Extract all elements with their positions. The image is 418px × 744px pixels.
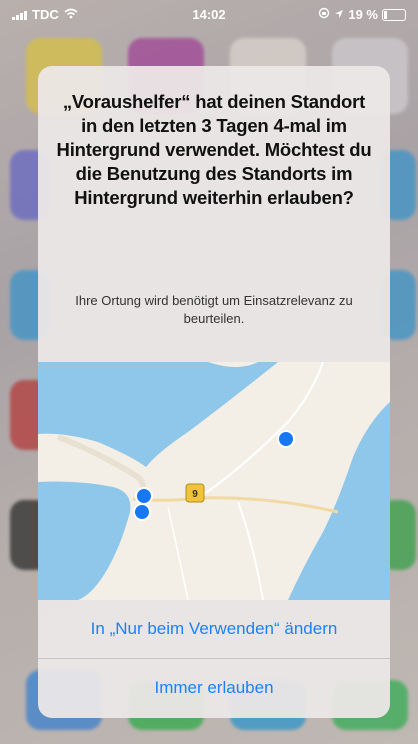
- location-map: 9: [38, 362, 390, 600]
- status-bar: TDC 14:02 19 %: [0, 0, 418, 30]
- alert-title: „Voraushelfer“ hat deinen Standort in de…: [56, 91, 372, 208]
- location-arrow-icon: [334, 7, 344, 22]
- change-to-while-using-button[interactable]: In „Nur beim Verwenden“ ändern: [38, 600, 390, 658]
- battery-icon: [382, 8, 406, 21]
- rotation-lock-icon: [318, 7, 330, 22]
- location-pin: [135, 487, 153, 505]
- location-permission-alert: „Voraushelfer“ hat deinen Standort in de…: [38, 66, 390, 718]
- alert-message: Ihre Ortung wird benötigt um Einsatzrele…: [75, 293, 353, 326]
- battery-percent: 19 %: [348, 7, 378, 22]
- always-allow-button[interactable]: Immer erlauben: [38, 658, 390, 717]
- road-number-badge: 9: [185, 483, 205, 503]
- location-pin: [277, 430, 295, 448]
- location-pin: [133, 503, 151, 521]
- svg-text:9: 9: [192, 489, 198, 500]
